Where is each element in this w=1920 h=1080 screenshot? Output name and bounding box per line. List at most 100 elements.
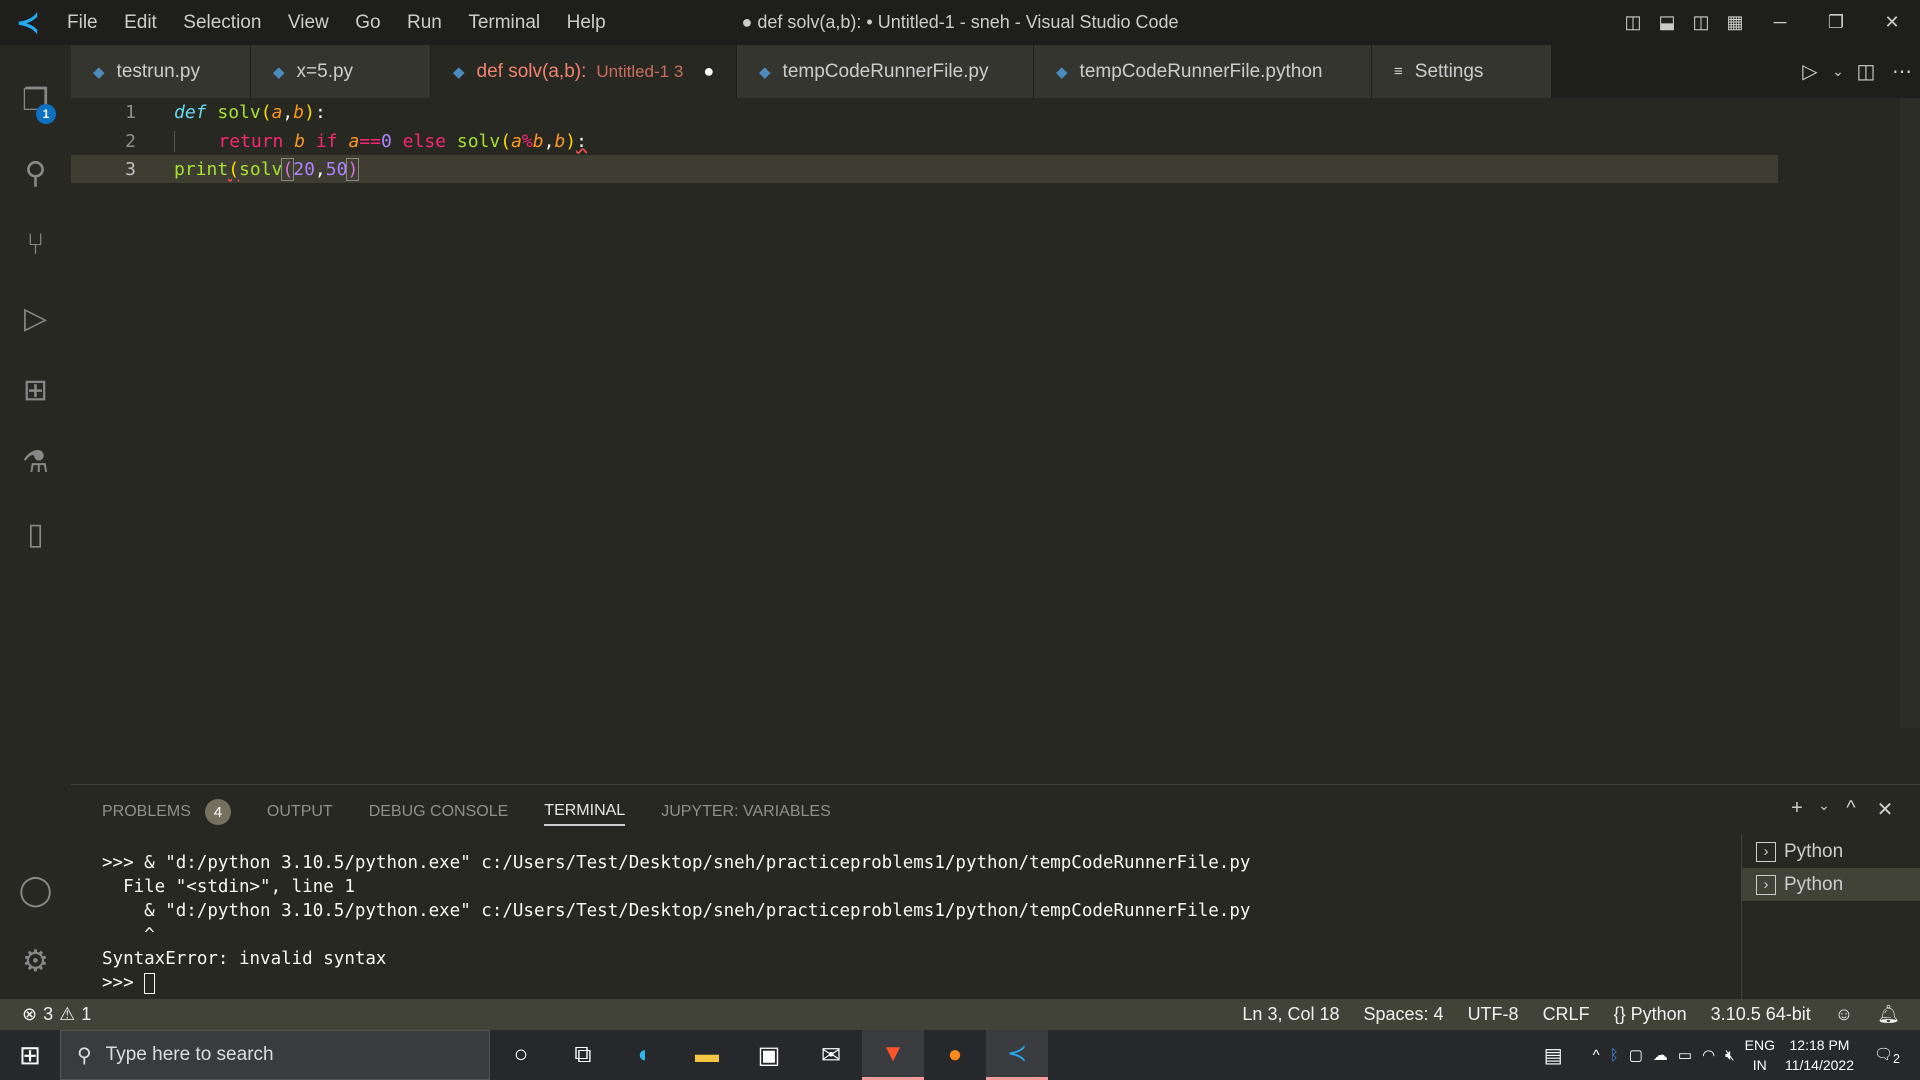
cortana-icon[interactable]: ○ — [490, 1030, 552, 1080]
line-number: 3 — [125, 158, 136, 180]
encoding[interactable]: UTF-8 — [1468, 1004, 1519, 1025]
error-count: 3 — [43, 1004, 54, 1024]
terminal-line: SyntaxError: invalid syntax — [102, 949, 387, 969]
file-explorer-icon[interactable]: ▬ — [676, 1030, 738, 1080]
explorer-icon[interactable]: ❐ 1 — [0, 70, 71, 130]
menu-selection[interactable]: Selection — [183, 12, 261, 33]
terminal-line: ^ — [102, 925, 155, 945]
run-dropdown-icon[interactable]: ⌄ — [1828, 63, 1848, 80]
settings-gear-icon[interactable]: ⚙ — [0, 931, 71, 991]
tab-tempcoderunner-python[interactable]: ◆ tempCodeRunnerFile.python — [1034, 45, 1372, 98]
toggle-sidebar-icon[interactable]: ◫ — [1616, 12, 1650, 33]
tab-label: tempCodeRunnerFile.py — [782, 60, 989, 82]
show-hidden-icons[interactable]: ^ — [1593, 1047, 1600, 1064]
terminal-list: › Python › Python — [1741, 835, 1920, 1000]
terminal-line: & "d:/python 3.10.5/python.exe" c:/Users… — [102, 901, 1251, 921]
code-text: def solv(a,b): — [174, 101, 326, 123]
tab-output[interactable]: OUTPUT — [267, 798, 333, 826]
language-indicator[interactable]: ENG IN — [1745, 1035, 1775, 1075]
settings-list-icon: ≡ — [1394, 63, 1403, 80]
terminal-item[interactable]: › Python — [1742, 835, 1920, 868]
close-button[interactable]: ✕ — [1864, 12, 1920, 33]
tab-terminal[interactable]: TERMINAL — [544, 798, 626, 826]
source-control-icon[interactable]: ⑂ — [0, 215, 71, 275]
close-panel-icon[interactable]: ✕ — [1868, 797, 1902, 822]
terminal-item[interactable]: › Python — [1742, 868, 1920, 901]
terminal-name: Python — [1784, 873, 1844, 895]
onedrive-icon[interactable]: ☁ — [1653, 1046, 1668, 1064]
maximize-panel-icon[interactable]: ^ — [1834, 797, 1868, 822]
tab-untitled-1[interactable]: ◆ def solv(a,b): Untitled-1 3 ● — [431, 45, 737, 98]
search-placeholder: Type here to search — [105, 1044, 274, 1065]
restore-button[interactable]: ❐ — [1808, 12, 1864, 33]
code-editor[interactable]: 1 def solv(a,b): 2 return b if a==0 else… — [71, 98, 1920, 784]
line-ending[interactable]: CRLF — [1543, 1004, 1590, 1025]
search-icon[interactable]: ⚲ — [0, 143, 71, 203]
tab-label: testrun.py — [116, 60, 200, 82]
volume-muted-icon[interactable]: 🔇︎ — [1725, 1047, 1734, 1064]
run-debug-icon[interactable]: ▷ — [0, 288, 71, 348]
cursor-position[interactable]: Ln 3, Col 18 — [1242, 1004, 1339, 1025]
unsaved-dot-icon[interactable]: ● — [703, 61, 714, 82]
tab-testrun[interactable]: ◆ testrun.py — [71, 45, 251, 98]
taskbar-search[interactable]: ⚲ Type here to search — [60, 1030, 490, 1080]
language-label: Python — [1630, 1004, 1687, 1024]
customize-layout-icon[interactable]: ▦ — [1718, 12, 1752, 33]
terminal-icon: › — [1756, 841, 1776, 862]
firefox-icon[interactable]: ● — [924, 1030, 986, 1080]
tab-tempcoderunner-py[interactable]: ◆ tempCodeRunnerFile.py — [737, 45, 1034, 98]
python-interpreter[interactable]: 3.10.5 64-bit — [1711, 1004, 1811, 1025]
mail-icon[interactable]: ✉ — [800, 1030, 862, 1080]
windows-start-icon[interactable]: ⊞ — [0, 1040, 60, 1071]
extensions-icon[interactable]: ⊞ — [0, 360, 71, 420]
menu-file[interactable]: File — [67, 12, 98, 33]
vscode-taskbar-icon[interactable]: ≺ — [986, 1030, 1048, 1080]
warning-count: 1 — [81, 1004, 92, 1024]
new-terminal-icon[interactable]: + — [1780, 797, 1814, 822]
menu-help[interactable]: Help — [567, 12, 606, 33]
edge-icon[interactable]: ◐ — [614, 1030, 676, 1080]
code-line-1: 1 def solv(a,b): — [71, 98, 1778, 126]
tab-x5[interactable]: ◆ x=5.py — [251, 45, 431, 98]
problems-status[interactable]: ⊗ 3 ⚠ 1 — [22, 1004, 91, 1025]
tab-jupyter-variables[interactable]: JUPYTER: VARIABLES — [661, 798, 831, 826]
testing-icon[interactable]: ⚗ — [0, 432, 71, 492]
tab-problems[interactable]: PROBLEMS 4 — [102, 798, 231, 826]
accounts-icon[interactable]: ◯ — [0, 860, 71, 920]
editor-scrollbar[interactable] — [1900, 98, 1920, 728]
language-mode[interactable]: {} Python — [1614, 1004, 1687, 1025]
tab-settings[interactable]: ≡ Settings — [1372, 45, 1552, 98]
line-number: 1 — [125, 101, 136, 123]
tab-debug-console[interactable]: DEBUG CONSOLE — [369, 798, 509, 826]
meet-now-icon[interactable]: ▢ — [1629, 1046, 1643, 1064]
toggle-secondary-sidebar-icon[interactable]: ◫ — [1684, 12, 1718, 33]
microsoft-store-icon[interactable]: ▣ — [738, 1030, 800, 1080]
terminal-output[interactable]: >>> & "d:/python 3.10.5/python.exe" c:/U… — [102, 851, 1250, 995]
split-editor-icon[interactable]: ◫ — [1848, 59, 1884, 84]
bluetooth-icon[interactable]: ᛒ — [1610, 1047, 1619, 1064]
indentation[interactable]: Spaces: 4 — [1364, 1004, 1444, 1025]
news-widget-icon[interactable]: ▤ — [1544, 1043, 1563, 1068]
feedback-icon[interactable]: ☺ — [1835, 1004, 1853, 1025]
jupyter-icon[interactable]: ▯ — [0, 504, 71, 564]
notification-center-icon[interactable]: 🗨︎2 — [1874, 1045, 1900, 1066]
menu-edit[interactable]: Edit — [124, 12, 157, 33]
menu-run[interactable]: Run — [407, 12, 442, 33]
brave-icon[interactable]: ▼ — [862, 1030, 924, 1080]
python-file-icon: ◆ — [453, 63, 465, 81]
notifications-bell-icon[interactable]: 🔔︎ — [1877, 1004, 1900, 1025]
menu-terminal[interactable]: Terminal — [468, 12, 540, 33]
terminal-dropdown-icon[interactable]: ⌄ — [1814, 797, 1834, 822]
minimize-button[interactable]: ─ — [1752, 12, 1808, 33]
python-file-icon: ◆ — [1056, 63, 1068, 81]
run-python-icon[interactable]: ▷ — [1792, 59, 1828, 84]
toggle-panel-icon[interactable]: ⬓ — [1650, 12, 1684, 33]
wifi-icon[interactable]: ◠ — [1702, 1046, 1715, 1064]
battery-icon[interactable]: ▭ — [1678, 1046, 1692, 1064]
menu-go[interactable]: Go — [355, 12, 380, 33]
menu-view[interactable]: View — [288, 12, 329, 33]
task-view-icon[interactable]: ⧉ — [552, 1030, 614, 1080]
more-actions-icon[interactable]: ⋯ — [1884, 59, 1920, 84]
error-icon: ⊗ — [22, 1004, 38, 1024]
clock[interactable]: 12:18 PM 11/14/2022 — [1785, 1035, 1854, 1075]
